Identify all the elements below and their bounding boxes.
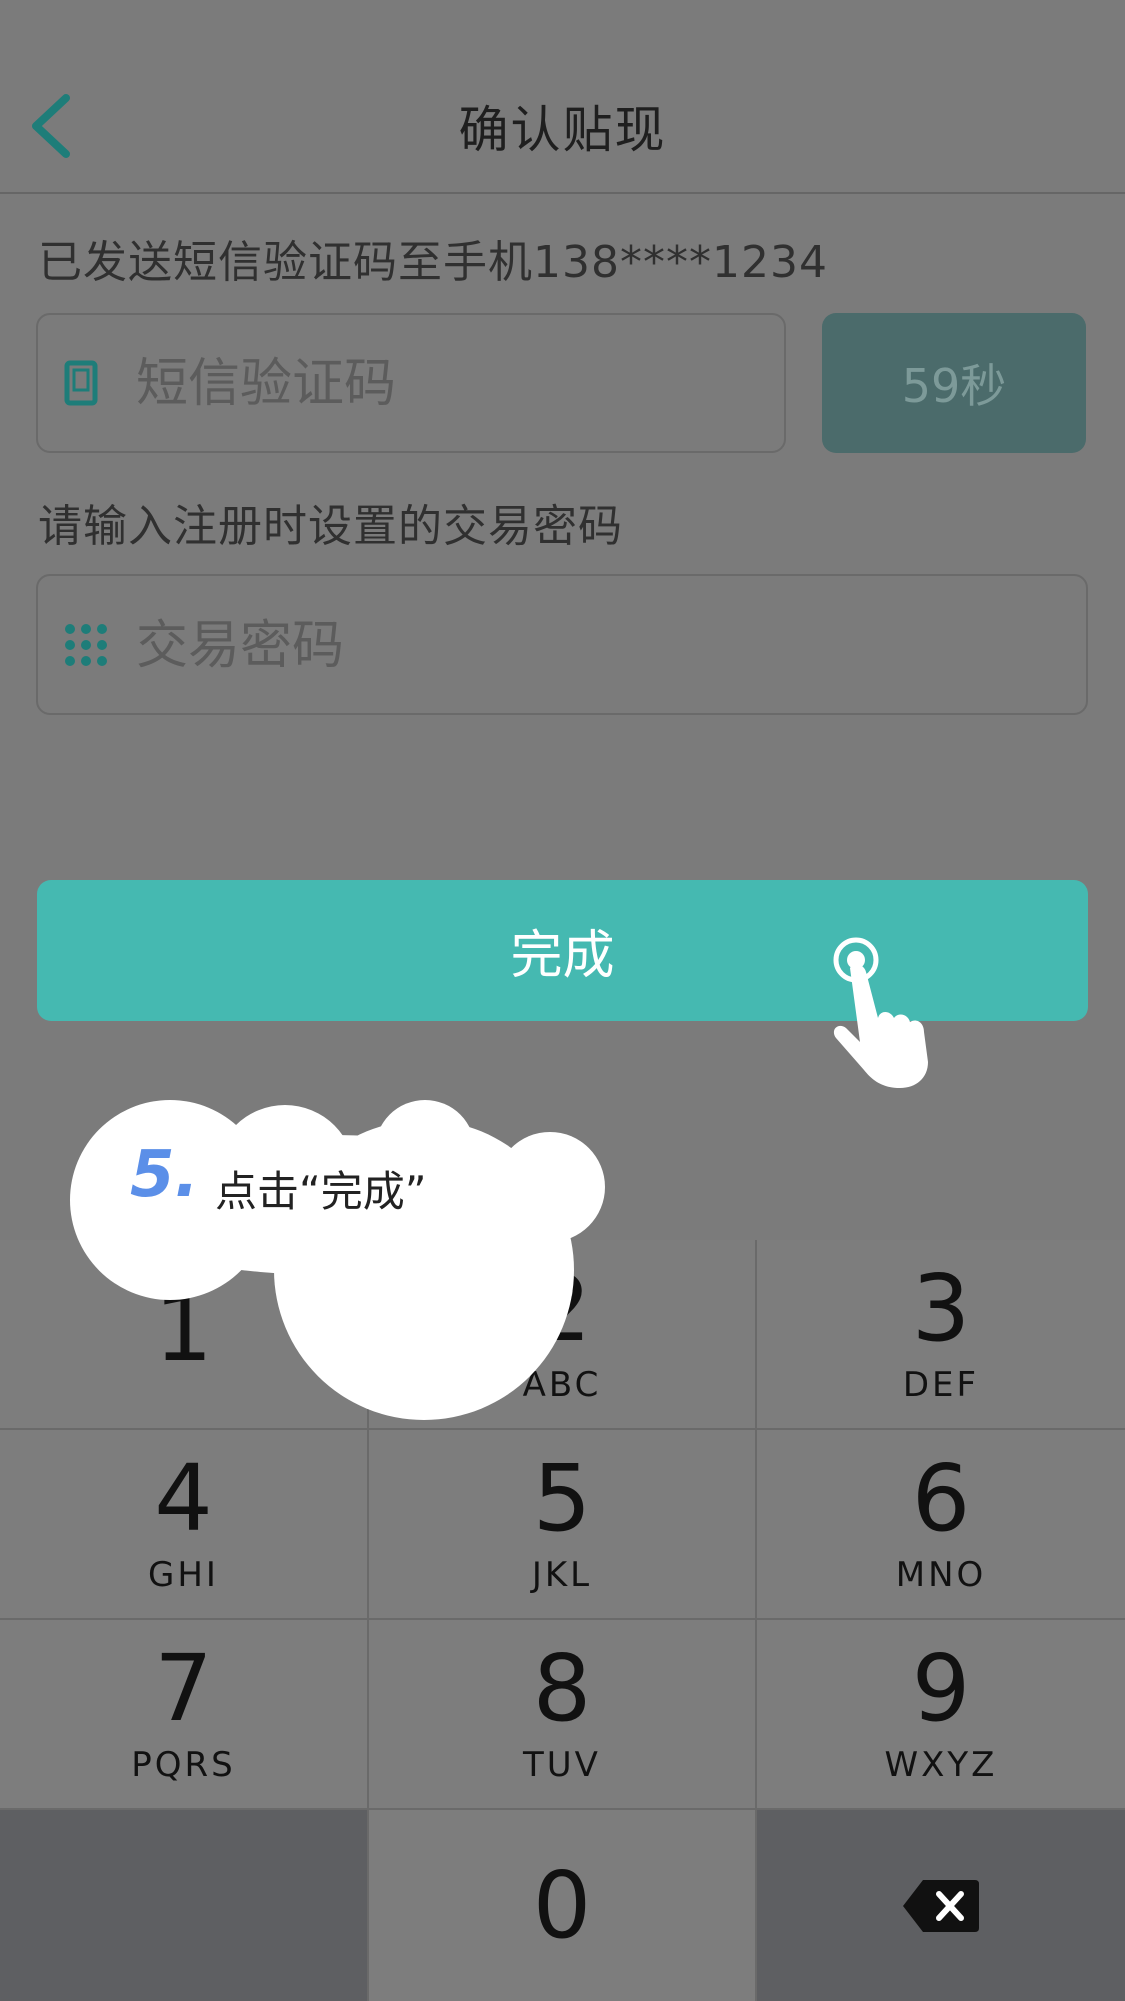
- tutorial-step-number: 5.: [130, 1138, 199, 1212]
- key-digit: 0: [532, 1851, 592, 1959]
- sms-code-input[interactable]: [134, 315, 774, 453]
- resend-timer-button[interactable]: 59秒: [822, 313, 1086, 453]
- password-note: 请输入注册时设置的交易密码: [38, 501, 623, 552]
- key-digit: 5: [532, 1445, 592, 1552]
- key-digit: 4: [154, 1445, 213, 1552]
- trade-password-field[interactable]: [36, 574, 1088, 715]
- key-3[interactable]: 3 DEF: [757, 1240, 1125, 1428]
- key-delete[interactable]: [757, 1810, 1125, 2001]
- key-digit: 7: [154, 1635, 213, 1742]
- key-blank: [0, 1810, 367, 2001]
- key-6[interactable]: 6 MNO: [757, 1430, 1125, 1618]
- key-letters: GHI: [148, 1555, 219, 1595]
- pointer-hand-icon: [820, 930, 940, 1094]
- backspace-icon: [903, 1879, 979, 1932]
- key-letters: PQRS: [131, 1745, 236, 1785]
- key-8[interactable]: 8 TUV: [369, 1620, 755, 1808]
- key-5[interactable]: 5 JKL: [369, 1430, 755, 1618]
- key-digit: 8: [532, 1635, 592, 1742]
- keypad-grid-icon: [64, 623, 108, 667]
- sms-code-field[interactable]: [36, 313, 786, 453]
- tutorial-text: 点击“完成”: [215, 1167, 427, 1216]
- page-title: 确认贴现: [458, 101, 667, 159]
- sms-sent-note: 已发送短信验证码至手机138****1234: [38, 237, 828, 288]
- key-letters: MNO: [895, 1555, 987, 1595]
- key-digit: 6: [911, 1445, 971, 1552]
- key-4[interactable]: 4 GHI: [0, 1430, 367, 1618]
- key-digit: 9: [911, 1635, 971, 1742]
- key-letters: JKL: [531, 1555, 593, 1595]
- key-0[interactable]: 0: [369, 1810, 755, 2001]
- key-letters: DEF: [902, 1365, 980, 1405]
- phone-icon: [64, 360, 98, 406]
- key-7[interactable]: 7 PQRS: [0, 1620, 367, 1808]
- key-9[interactable]: 9 WXYZ: [757, 1620, 1125, 1808]
- trade-password-input[interactable]: [134, 576, 1076, 715]
- key-letters: WXYZ: [884, 1745, 998, 1785]
- key-digit: 3: [911, 1255, 971, 1362]
- nav-bar: 确认贴现: [0, 0, 1125, 194]
- key-letters: TUV: [523, 1745, 601, 1785]
